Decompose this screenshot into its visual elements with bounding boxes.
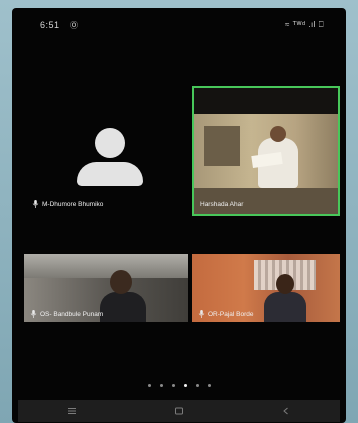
- phone-screen: 6:51 Ⓞ ≈ ᵀᵂᵈ .ıl ⎕ M-Dhumore Bhumiko Har…: [12, 8, 346, 423]
- page-dot[interactable]: [147, 384, 151, 387]
- status-bar: 6:51 Ⓞ ≈ ᵀᵂᵈ .ıl ⎕: [12, 8, 346, 38]
- page-indicator: [12, 384, 346, 387]
- participant-name-tag: OS- Bandbule Punam: [30, 310, 103, 318]
- page-dot[interactable]: [171, 384, 175, 387]
- page-dot[interactable]: [207, 384, 211, 387]
- status-time: 6:51: [40, 20, 60, 30]
- participant-name: OR-Pajal Borde: [208, 310, 254, 318]
- participant-video: [276, 274, 294, 294]
- mic-icon: [32, 200, 39, 208]
- participant-name: Harshada Ahar: [200, 201, 244, 208]
- participant-name-tag: OR-Pajal Borde: [198, 310, 254, 318]
- participant-name-tag: Harshada Ahar: [200, 201, 243, 208]
- participant-video: [110, 270, 132, 294]
- avatar-head-icon: [95, 128, 125, 158]
- mic-icon: [30, 310, 37, 318]
- participant-tile-bandbule[interactable]: OS- Bandbule Punam: [24, 254, 188, 322]
- page-dot-active[interactable]: [183, 384, 187, 387]
- status-indicators: ≈ ᵀᵂᵈ .ıl ⎕: [284, 20, 324, 29]
- page-dot[interactable]: [195, 384, 199, 387]
- screenshot-background: 6:51 Ⓞ ≈ ᵀᵂᵈ .ıl ⎕ M-Dhumore Bhumiko Har…: [0, 0, 358, 423]
- participant-tile-harshada[interactable]: Harshada Ahar: [192, 86, 340, 216]
- participant-tile-dhumore[interactable]: [20, 88, 184, 216]
- page-dot[interactable]: [159, 384, 163, 387]
- system-nav-bar: [18, 400, 340, 422]
- back-arrow-icon[interactable]: [274, 403, 298, 419]
- participant-name: OS- Bandbule Punam: [40, 310, 104, 318]
- home-square-icon[interactable]: [167, 403, 191, 419]
- participant-name: M-Dhumore Bhumiko: [42, 200, 104, 208]
- participant-name-tag: M-Dhumore Bhumiko: [32, 200, 103, 208]
- participant-tile-pajal[interactable]: OR-Pajal Borde: [192, 254, 340, 322]
- notification-icon: Ⓞ: [70, 21, 78, 30]
- mic-icon: [198, 310, 205, 318]
- menu-icon[interactable]: [60, 403, 84, 419]
- avatar-body-icon: [77, 162, 143, 186]
